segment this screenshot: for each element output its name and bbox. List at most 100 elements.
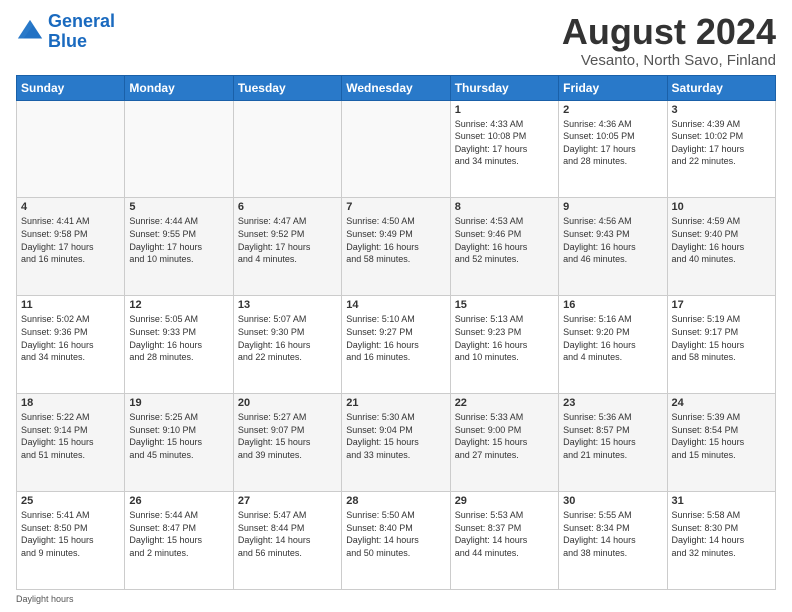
day-number: 8 — [455, 201, 554, 213]
day-info: Sunrise: 5:25 AM Sunset: 9:10 PM Dayligh… — [129, 411, 228, 461]
day-number: 6 — [238, 201, 337, 213]
calendar-week-4: 18 Sunrise: 5:22 AM Sunset: 9:14 PM Dayli… — [17, 394, 776, 492]
day-number: 23 — [563, 397, 662, 409]
calendar-day: 31 Sunrise: 5:58 AM Sunset: 8:30 PM Dayli… — [667, 492, 775, 590]
calendar-day: 9 Sunrise: 4:56 AM Sunset: 9:43 PM Daylig… — [559, 198, 667, 296]
calendar-day: 8 Sunrise: 4:53 AM Sunset: 9:46 PM Daylig… — [450, 198, 558, 296]
day-info: Sunrise: 5:36 AM Sunset: 8:57 PM Dayligh… — [563, 411, 662, 461]
calendar-day — [233, 100, 341, 198]
calendar-header-row: Sunday Monday Tuesday Wednesday Thursday… — [17, 75, 776, 100]
col-monday: Monday — [125, 75, 233, 100]
day-info: Sunrise: 4:50 AM Sunset: 9:49 PM Dayligh… — [346, 215, 445, 265]
page: General Blue August 2024 Vesanto, North … — [0, 0, 792, 612]
calendar-day: 17 Sunrise: 5:19 AM Sunset: 9:17 PM Dayli… — [667, 296, 775, 394]
day-number: 26 — [129, 495, 228, 507]
calendar-day: 30 Sunrise: 5:55 AM Sunset: 8:34 PM Dayli… — [559, 492, 667, 590]
calendar-day: 16 Sunrise: 5:16 AM Sunset: 9:20 PM Dayli… — [559, 296, 667, 394]
col-sunday: Sunday — [17, 75, 125, 100]
day-info: Sunrise: 5:10 AM Sunset: 9:27 PM Dayligh… — [346, 313, 445, 363]
day-info: Sunrise: 5:41 AM Sunset: 8:50 PM Dayligh… — [21, 509, 120, 559]
day-info: Sunrise: 4:44 AM Sunset: 9:55 PM Dayligh… — [129, 215, 228, 265]
day-number: 21 — [346, 397, 445, 409]
day-number: 3 — [672, 104, 771, 116]
calendar-day: 12 Sunrise: 5:05 AM Sunset: 9:33 PM Dayli… — [125, 296, 233, 394]
calendar-day — [17, 100, 125, 198]
calendar-week-3: 11Sunrise: 5:02 AM Sunset: 9:36 PM Dayli… — [17, 296, 776, 394]
calendar-day: 3Sunrise: 4:39 AM Sunset: 10:02 PM Dayli… — [667, 100, 775, 198]
calendar-day: 23 Sunrise: 5:36 AM Sunset: 8:57 PM Dayli… — [559, 394, 667, 492]
day-info: Sunrise: 4:56 AM Sunset: 9:43 PM Dayligh… — [563, 215, 662, 265]
day-number: 10 — [672, 201, 771, 213]
day-number: 15 — [455, 299, 554, 311]
calendar-day: 19 Sunrise: 5:25 AM Sunset: 9:10 PM Dayli… — [125, 394, 233, 492]
calendar-day: 24 Sunrise: 5:39 AM Sunset: 8:54 PM Dayli… — [667, 394, 775, 492]
title-block: August 2024 Vesanto, North Savo, Finland — [562, 12, 776, 69]
main-title: August 2024 — [562, 12, 776, 52]
calendar-day: 29 Sunrise: 5:53 AM Sunset: 8:37 PM Dayli… — [450, 492, 558, 590]
calendar-day: 4Sunrise: 4:41 AM Sunset: 9:58 PM Daylig… — [17, 198, 125, 296]
day-info: Sunrise: 4:59 AM Sunset: 9:40 PM Dayligh… — [672, 215, 771, 265]
calendar-day: 14 Sunrise: 5:10 AM Sunset: 9:27 PM Dayli… — [342, 296, 450, 394]
footer: Daylight hours — [16, 594, 776, 604]
day-number: 29 — [455, 495, 554, 507]
day-info: Sunrise: 5:22 AM Sunset: 9:14 PM Dayligh… — [21, 411, 120, 461]
day-number: 1 — [455, 104, 554, 116]
day-info: Sunrise: 5:33 AM Sunset: 9:00 PM Dayligh… — [455, 411, 554, 461]
day-number: 30 — [563, 495, 662, 507]
day-info: Sunrise: 5:13 AM Sunset: 9:23 PM Dayligh… — [455, 313, 554, 363]
calendar-table: Sunday Monday Tuesday Wednesday Thursday… — [16, 75, 776, 590]
calendar-week-1: 1Sunrise: 4:33 AM Sunset: 10:08 PM Dayli… — [17, 100, 776, 198]
day-info: Sunrise: 4:47 AM Sunset: 9:52 PM Dayligh… — [238, 215, 337, 265]
day-number: 9 — [563, 201, 662, 213]
day-info: Sunrise: 4:36 AM Sunset: 10:05 PM Daylig… — [563, 118, 662, 168]
day-info: Sunrise: 4:53 AM Sunset: 9:46 PM Dayligh… — [455, 215, 554, 265]
day-number: 16 — [563, 299, 662, 311]
calendar-week-2: 4Sunrise: 4:41 AM Sunset: 9:58 PM Daylig… — [17, 198, 776, 296]
day-info: Sunrise: 5:47 AM Sunset: 8:44 PM Dayligh… — [238, 509, 337, 559]
calendar-day: 7Sunrise: 4:50 AM Sunset: 9:49 PM Daylig… — [342, 198, 450, 296]
day-info: Sunrise: 5:53 AM Sunset: 8:37 PM Dayligh… — [455, 509, 554, 559]
col-wednesday: Wednesday — [342, 75, 450, 100]
calendar-day: 15 Sunrise: 5:13 AM Sunset: 9:23 PM Dayli… — [450, 296, 558, 394]
day-number: 13 — [238, 299, 337, 311]
col-tuesday: Tuesday — [233, 75, 341, 100]
calendar-day: 11Sunrise: 5:02 AM Sunset: 9:36 PM Dayli… — [17, 296, 125, 394]
calendar-day — [125, 100, 233, 198]
calendar-day: 18 Sunrise: 5:22 AM Sunset: 9:14 PM Dayli… — [17, 394, 125, 492]
day-number: 18 — [21, 397, 120, 409]
calendar-week-5: 25Sunrise: 5:41 AM Sunset: 8:50 PM Dayli… — [17, 492, 776, 590]
day-info: Sunrise: 5:44 AM Sunset: 8:47 PM Dayligh… — [129, 509, 228, 559]
calendar-day: 22Sunrise: 5:33 AM Sunset: 9:00 PM Dayli… — [450, 394, 558, 492]
col-friday: Friday — [559, 75, 667, 100]
day-info: Sunrise: 5:58 AM Sunset: 8:30 PM Dayligh… — [672, 509, 771, 559]
day-number: 17 — [672, 299, 771, 311]
day-info: Sunrise: 5:05 AM Sunset: 9:33 PM Dayligh… — [129, 313, 228, 363]
col-thursday: Thursday — [450, 75, 558, 100]
day-info: Sunrise: 5:02 AM Sunset: 9:36 PM Dayligh… — [21, 313, 120, 363]
header: General Blue August 2024 Vesanto, North … — [16, 12, 776, 69]
calendar-day: 20Sunrise: 5:27 AM Sunset: 9:07 PM Dayli… — [233, 394, 341, 492]
day-info: Sunrise: 5:50 AM Sunset: 8:40 PM Dayligh… — [346, 509, 445, 559]
calendar-day: 10 Sunrise: 4:59 AM Sunset: 9:40 PM Dayli… — [667, 198, 775, 296]
calendar-day: 21Sunrise: 5:30 AM Sunset: 9:04 PM Dayli… — [342, 394, 450, 492]
day-number: 24 — [672, 397, 771, 409]
day-info: Sunrise: 5:16 AM Sunset: 9:20 PM Dayligh… — [563, 313, 662, 363]
day-info: Sunrise: 5:39 AM Sunset: 8:54 PM Dayligh… — [672, 411, 771, 461]
day-number: 31 — [672, 495, 771, 507]
col-saturday: Saturday — [667, 75, 775, 100]
day-number: 12 — [129, 299, 228, 311]
day-info: Sunrise: 4:41 AM Sunset: 9:58 PM Dayligh… — [21, 215, 120, 265]
subtitle: Vesanto, North Savo, Finland — [562, 52, 776, 69]
calendar-day: 13Sunrise: 5:07 AM Sunset: 9:30 PM Dayli… — [233, 296, 341, 394]
logo-icon — [16, 18, 44, 46]
day-info: Sunrise: 5:19 AM Sunset: 9:17 PM Dayligh… — [672, 313, 771, 363]
calendar-day: 28 Sunrise: 5:50 AM Sunset: 8:40 PM Dayli… — [342, 492, 450, 590]
day-info: Sunrise: 5:55 AM Sunset: 8:34 PM Dayligh… — [563, 509, 662, 559]
day-number: 14 — [346, 299, 445, 311]
day-number: 2 — [563, 104, 662, 116]
logo: General Blue — [16, 12, 115, 52]
calendar-day: 2 Sunrise: 4:36 AM Sunset: 10:05 PM Dayli… — [559, 100, 667, 198]
day-number: 28 — [346, 495, 445, 507]
day-number: 27 — [238, 495, 337, 507]
day-number: 19 — [129, 397, 228, 409]
